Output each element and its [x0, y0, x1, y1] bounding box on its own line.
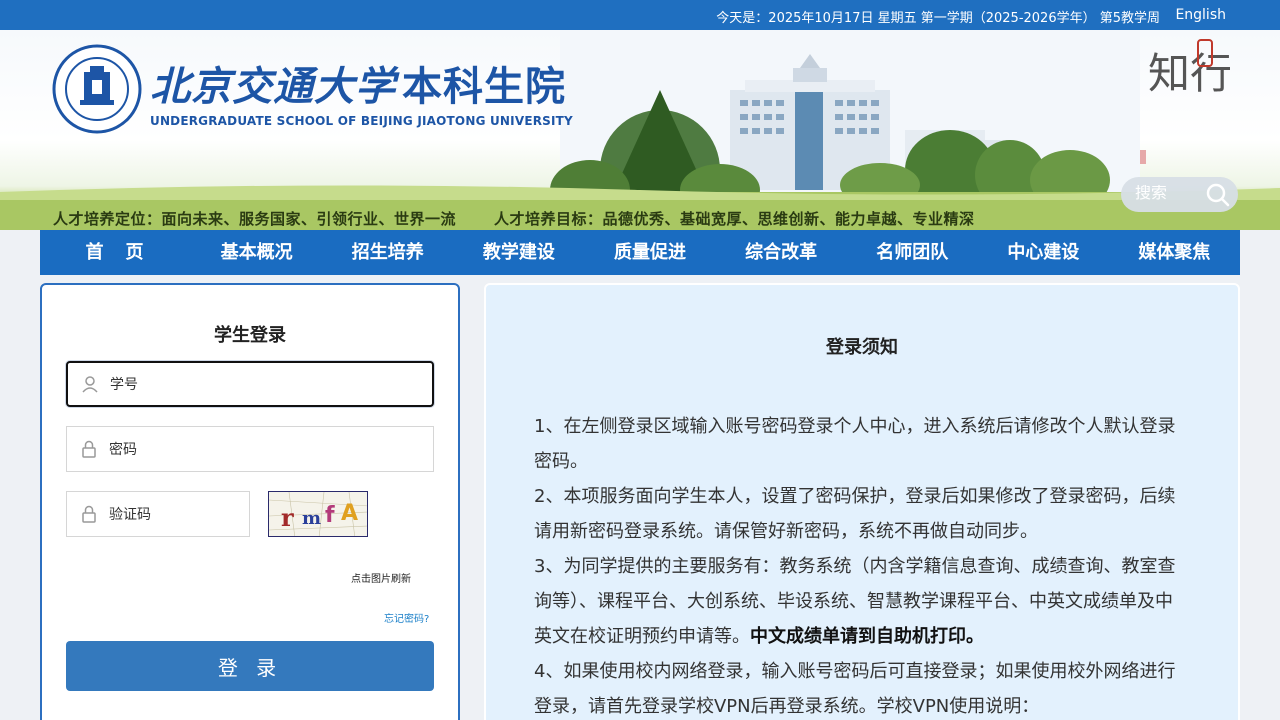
- captcha-image[interactable]: r m f A: [268, 491, 368, 537]
- lock-icon: [82, 505, 96, 523]
- zhixing-calligraphy: 知行: [1140, 39, 1230, 164]
- nav-item-center[interactable]: 中心建设: [978, 230, 1109, 275]
- search-input[interactable]: [1135, 185, 1205, 203]
- password-input[interactable]: [109, 427, 425, 471]
- slogan-line: 人才培养定位：面向未来、服务国家、引领行业、世界一流 人才培养目标：品德优秀、基础…: [53, 208, 975, 229]
- login-button[interactable]: 登 录: [66, 641, 434, 691]
- captcha-field[interactable]: [66, 491, 250, 537]
- user-icon: [82, 376, 98, 393]
- nav-item-home[interactable]: 首页: [40, 230, 191, 275]
- search-box[interactable]: [1121, 177, 1238, 212]
- nav-item-teaching[interactable]: 教学建设: [453, 230, 584, 275]
- refresh-captcha-link[interactable]: 点击图片刷新: [351, 570, 411, 585]
- slogan-positioning: 人才培养定位：面向未来、服务国家、引领行业、世界一流: [53, 210, 457, 228]
- notice-item-4: 4、如果使用校内网络登录，输入账号密码后可直接登录；如果使用校外网络进行登录，请…: [534, 661, 1176, 717]
- nav-item-overview[interactable]: 基本概况: [191, 230, 322, 275]
- slogan-goal: 人才培养目标：品德优秀、基础宽厚、思维创新、能力卓越、专业精深: [494, 210, 975, 228]
- forgot-password-link[interactable]: 忘记密码?: [384, 610, 429, 625]
- svg-text:f: f: [325, 503, 335, 528]
- login-title: 学生登录: [214, 325, 286, 346]
- login-panel: 学生登录 r m f A 点击图: [40, 283, 460, 720]
- university-seal-logo: [52, 44, 142, 134]
- nav-item-media[interactable]: 媒体聚焦: [1109, 230, 1240, 275]
- notice-item-2: 2、本项服务面向学生本人，设置了密码保护，登录后如果修改了登录密码，后续请用新密…: [534, 486, 1176, 542]
- svg-text:r: r: [281, 503, 294, 532]
- notice-body: 1、在左侧登录区域输入账号密码登录个人中心，进入系统后请修改个人默认登录密码。 …: [534, 409, 1186, 720]
- student-id-input[interactable]: [110, 363, 424, 405]
- captcha-input[interactable]: [109, 492, 241, 536]
- small-seal-icon: [1140, 150, 1146, 164]
- nav-item-admissions[interactable]: 招生培养: [322, 230, 453, 275]
- motto-text: 知行: [1148, 49, 1230, 98]
- lock-icon: [82, 440, 96, 458]
- notice-item-3: 3、为同学提供的主要服务有：教务系统（内含学籍信息查询、成绩查询、教室查询等）、…: [534, 549, 1186, 654]
- school-unit-name: 本科生院: [402, 64, 566, 110]
- notice-item-1: 1、在左侧登录区域输入账号密码登录个人中心，进入系统后请修改个人默认登录密码。: [534, 416, 1176, 472]
- svg-text:A: A: [341, 501, 358, 526]
- top-info-bar: 今天是：2025年10月17日 星期五 第一学期（2025-2026学年） 第5…: [0, 0, 1280, 30]
- notice-title: 登录须知: [826, 337, 898, 358]
- student-id-field[interactable]: [66, 361, 434, 407]
- search-icon[interactable]: [1205, 182, 1231, 208]
- nav-item-reform[interactable]: 综合改革: [716, 230, 847, 275]
- university-script-name: 北京交通大学: [150, 63, 396, 110]
- notice-item-3-emphasis: 中文成绩单请到自助机打印。: [750, 626, 984, 647]
- header-banner: 北京交通大学 本科生院 UNDERGRADUATE SCHOOL OF BEIJI…: [0, 30, 1280, 230]
- nav-item-faculty[interactable]: 名师团队: [847, 230, 978, 275]
- password-field[interactable]: [66, 426, 434, 472]
- english-link[interactable]: English: [1175, 7, 1226, 23]
- date-info: 今天是：2025年10月17日 星期五 第一学期（2025-2026学年） 第5…: [716, 11, 1160, 26]
- main-nav: 首页 基本概况 招生培养 教学建设 质量促进 综合改革 名师团队 中心建设 媒体…: [40, 230, 1240, 275]
- school-name-en: UNDERGRADUATE SCHOOL OF BEIJING JIAOTONG…: [150, 114, 573, 128]
- svg-text:m: m: [302, 508, 321, 529]
- notice-panel: 登录须知 1、在左侧登录区域输入账号密码登录个人中心，进入系统后请修改个人默认登…: [484, 283, 1240, 720]
- nav-item-quality[interactable]: 质量促进: [584, 230, 715, 275]
- school-name-cn: 北京交通大学 本科生院: [150, 54, 566, 112]
